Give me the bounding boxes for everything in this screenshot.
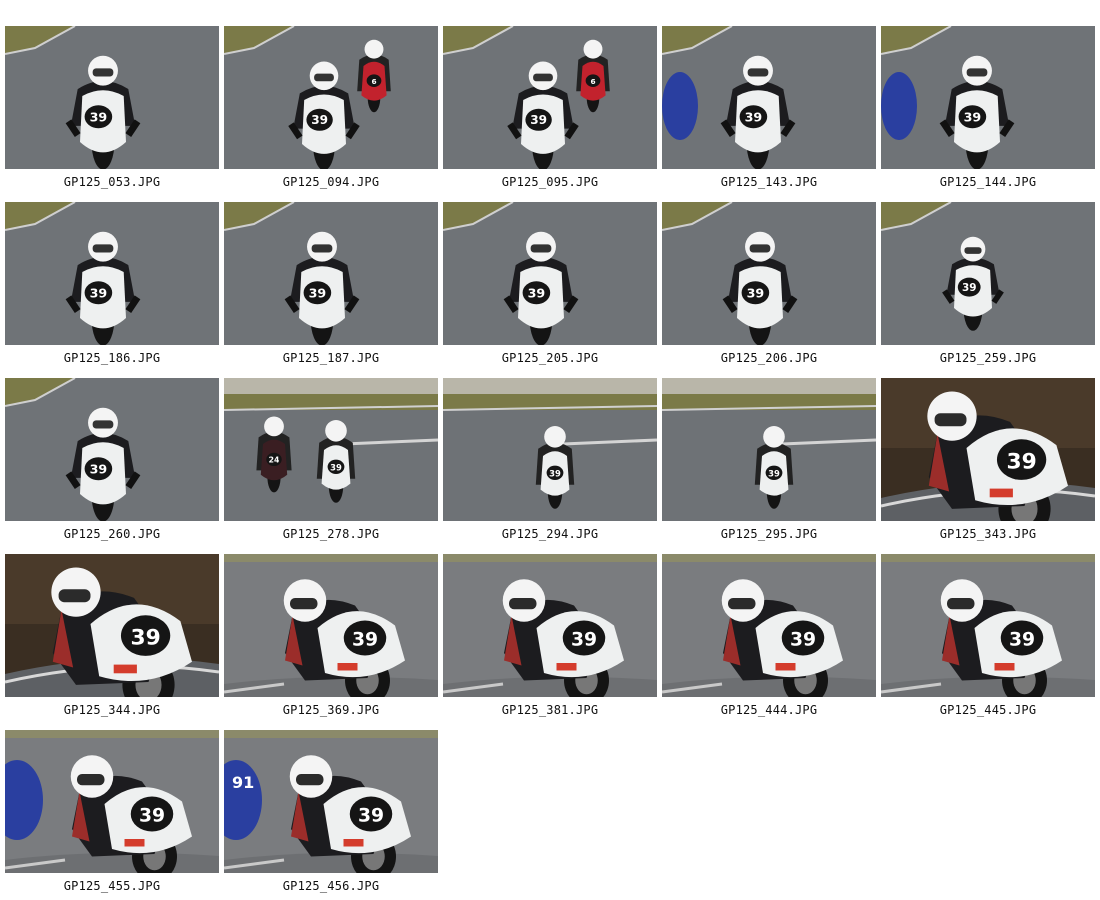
thumbnail-filename[interactable]: GP125_343.JPG [881, 527, 1095, 541]
svg-text:91: 91 [232, 773, 254, 792]
thumbnail-filename[interactable]: GP125_294.JPG [443, 527, 657, 541]
thumbnail-image[interactable]: 39 [5, 554, 219, 697]
svg-text:24: 24 [269, 456, 280, 465]
thumbnail-filename[interactable]: GP125_369.JPG [224, 703, 438, 717]
thumbnail-filename[interactable]: GP125_295.JPG [662, 527, 876, 541]
thumbnail-image[interactable]: 39 [443, 202, 657, 345]
svg-text:39: 39 [1006, 449, 1036, 474]
thumbnail-image[interactable]: 39 [881, 378, 1095, 521]
thumbnail-filename[interactable]: GP125_143.JPG [662, 175, 876, 189]
svg-text:39: 39 [90, 461, 108, 476]
thumbnail-image[interactable]: 91 39 [224, 730, 438, 873]
thumbnail-image[interactable]: 39 [662, 554, 876, 697]
thumbnail-item[interactable]: 39 GP125_343.JPG [881, 378, 1095, 548]
svg-text:39: 39 [139, 806, 165, 827]
thumbnail-filename[interactable]: GP125_260.JPG [5, 527, 219, 541]
thumbnail-item[interactable]: 24 39 GP125_278.JPG [224, 378, 438, 548]
svg-text:39: 39 [90, 285, 108, 300]
thumbnail-item[interactable]: 39 GP125_259.JPG [881, 202, 1095, 372]
thumbnail-filename[interactable]: GP125_455.JPG [5, 879, 219, 893]
thumbnail-filename[interactable]: GP125_344.JPG [5, 703, 219, 717]
thumbnail-item[interactable]: 39 GP125_186.JPG [5, 202, 219, 372]
svg-text:39: 39 [352, 630, 378, 651]
thumbnail-item[interactable]: 6 39 GP125_095.JPG [443, 26, 657, 196]
svg-text:39: 39 [358, 806, 384, 827]
svg-text:39: 39 [790, 630, 816, 651]
thumbnail-item[interactable]: 39 GP125_444.JPG [662, 554, 876, 724]
svg-text:39: 39 [549, 468, 561, 478]
svg-text:39: 39 [962, 282, 977, 294]
thumbnail-item[interactable]: 39 GP125_369.JPG [224, 554, 438, 724]
thumbnail-image[interactable]: 39 [5, 730, 219, 873]
thumbnail-image[interactable]: 39 [443, 378, 657, 521]
thumbnail-image[interactable]: 39 [5, 26, 219, 169]
thumbnail-item[interactable]: 39 GP125_455.JPG [5, 730, 219, 900]
thumbnail-filename[interactable]: GP125_381.JPG [443, 703, 657, 717]
thumbnail-image[interactable]: 39 [881, 26, 1095, 169]
thumbnail-filename[interactable]: GP125_445.JPG [881, 703, 1095, 717]
thumbnail-item[interactable]: 39 GP125_205.JPG [443, 202, 657, 372]
thumbnail-item[interactable]: 39 GP125_187.JPG [224, 202, 438, 372]
thumbnail-item[interactable]: 39 GP125_344.JPG [5, 554, 219, 724]
svg-text:39: 39 [309, 285, 327, 300]
thumbnail-item[interactable]: 39 GP125_381.JPG [443, 554, 657, 724]
thumbnail-filename[interactable]: GP125_187.JPG [224, 351, 438, 365]
thumbnail-image[interactable]: 39 [881, 554, 1095, 697]
thumbnail-filename[interactable]: GP125_205.JPG [443, 351, 657, 365]
thumbnail-image[interactable]: 39 [224, 202, 438, 345]
svg-text:39: 39 [964, 109, 982, 124]
thumbnail-filename[interactable]: GP125_456.JPG [224, 879, 438, 893]
thumbnail-filename[interactable]: GP125_278.JPG [224, 527, 438, 541]
thumbnail-filename[interactable]: GP125_094.JPG [224, 175, 438, 189]
svg-text:39: 39 [745, 109, 763, 124]
svg-text:39: 39 [1009, 630, 1035, 651]
svg-text:6: 6 [371, 77, 376, 86]
svg-text:39: 39 [130, 625, 160, 650]
thumbnail-filename[interactable]: GP125_444.JPG [662, 703, 876, 717]
thumbnail-item[interactable]: 91 39 GP125_456.JPG [224, 730, 438, 900]
thumbnail-filename[interactable]: GP125_144.JPG [881, 175, 1095, 189]
thumbnail-filename[interactable]: GP125_095.JPG [443, 175, 657, 189]
thumbnail-image[interactable]: 24 39 [224, 378, 438, 521]
thumbnail-item[interactable]: 39 GP125_260.JPG [5, 378, 219, 548]
thumbnail-item[interactable]: 39 GP125_143.JPG [662, 26, 876, 196]
thumbnail-filename[interactable]: GP125_053.JPG [5, 175, 219, 189]
svg-text:39: 39 [528, 285, 546, 300]
thumbnail-image[interactable]: 39 [662, 202, 876, 345]
thumbnail-image[interactable]: 6 39 [443, 26, 657, 169]
thumbnail-item[interactable]: 39 GP125_206.JPG [662, 202, 876, 372]
thumbnail-filename[interactable]: GP125_206.JPG [662, 351, 876, 365]
thumbnail-item[interactable]: 39 GP125_445.JPG [881, 554, 1095, 724]
thumbnail-image[interactable]: 39 [224, 554, 438, 697]
thumbnail-image[interactable]: 39 [662, 26, 876, 169]
thumbnail-item[interactable]: 39 GP125_295.JPG [662, 378, 876, 548]
svg-text:6: 6 [590, 77, 595, 86]
svg-text:39: 39 [311, 113, 328, 127]
thumbnail-item[interactable]: 39 GP125_053.JPG [5, 26, 219, 196]
svg-text:39: 39 [90, 109, 108, 124]
thumbnail-image[interactable]: 39 [5, 202, 219, 345]
svg-text:39: 39 [768, 468, 780, 478]
thumbnail-item[interactable]: 39 GP125_144.JPG [881, 26, 1095, 196]
svg-text:39: 39 [330, 462, 342, 472]
thumbnail-filename[interactable]: GP125_186.JPG [5, 351, 219, 365]
svg-text:39: 39 [530, 113, 547, 127]
thumbnail-item[interactable]: 6 39 GP125_094.JPG [224, 26, 438, 196]
thumbnail-item[interactable]: 39 GP125_294.JPG [443, 378, 657, 548]
thumbnail-image[interactable]: 39 [443, 554, 657, 697]
thumbnail-image[interactable]: 39 [662, 378, 876, 521]
svg-text:39: 39 [747, 285, 765, 300]
thumbnail-image[interactable]: 39 [881, 202, 1095, 345]
thumbnail-filename[interactable]: GP125_259.JPG [881, 351, 1095, 365]
svg-text:39: 39 [571, 630, 597, 651]
thumbnail-image[interactable]: 6 39 [224, 26, 438, 169]
thumbnail-image[interactable]: 39 [5, 378, 219, 521]
